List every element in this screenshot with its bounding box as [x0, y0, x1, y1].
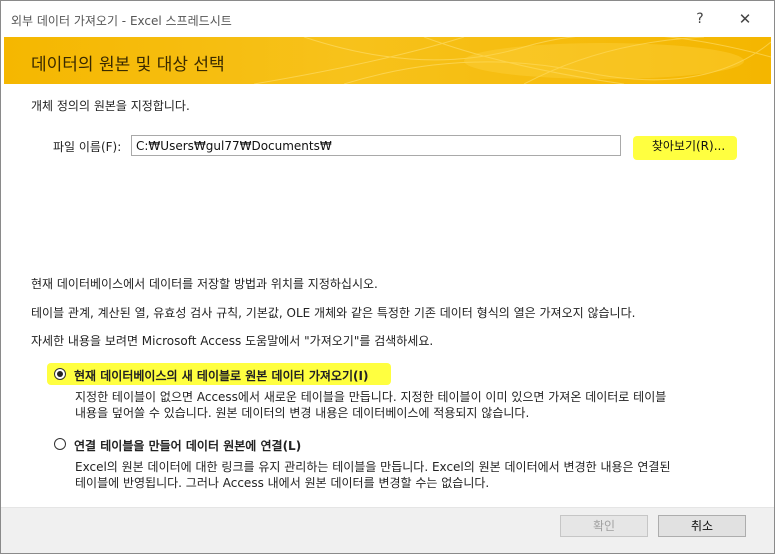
option-import-desc-1: 지정한 테이블이 없으면 Access에서 새로운 테이블을 만듭니다. 지정한…: [75, 390, 667, 404]
dialog-footer: 확인 취소: [1, 508, 774, 553]
file-name-input[interactable]: [131, 135, 621, 156]
radio-selected-dot: [57, 371, 63, 377]
info-line-1: 현재 데이터베이스에서 데이터를 저장할 방법과 위치를 지정하십시오.: [31, 277, 378, 291]
title-bar: 외부 데이터 가져오기 - Excel 스프레드시트 ? ✕: [1, 1, 774, 37]
header-banner: 데이터의 원본 및 대상 선택: [4, 37, 771, 84]
radio-link-table[interactable]: [54, 438, 66, 450]
window-title: 외부 데이터 가져오기 - Excel 스프레드시트: [11, 14, 232, 28]
cancel-button[interactable]: 취소: [658, 515, 746, 537]
option-import-desc-2: 내용을 덮어쓸 수 있습니다. 원본 데이터의 변경 내용은 데이터베이스에 적…: [75, 406, 530, 420]
close-icon[interactable]: ✕: [734, 9, 756, 29]
file-name-label: 파일 이름(F):: [53, 140, 122, 154]
option-link-label[interactable]: 연결 테이블을 만들어 데이터 원본에 연결(L): [74, 437, 301, 454]
option-import-label[interactable]: 현재 데이터베이스의 새 테이블로 원본 데이터 가져오기(I): [74, 367, 368, 384]
info-line-2: 테이블 관계, 계산된 열, 유효성 검사 규칙, 기본값, OLE 개체와 같…: [31, 306, 636, 320]
info-line-3: 자세한 내용을 보려면 Microsoft Access 도움말에서 "가져오기…: [31, 334, 434, 348]
option-link-desc-2: 테이블에 반영됩니다. 그러나 Access 내에서 원본 데이터를 변경할 수…: [75, 476, 490, 490]
ok-button[interactable]: 확인: [560, 515, 648, 537]
source-instruction: 개체 정의의 원본을 지정합니다.: [31, 99, 190, 113]
browse-button[interactable]: 찾아보기(R)...: [641, 135, 736, 157]
help-icon[interactable]: ?: [689, 9, 711, 29]
page-title: 데이터의 원본 및 대상 선택: [31, 55, 225, 75]
option-link-desc-1: Excel의 원본 데이터에 대한 링크를 유지 관리하는 테이블을 만듭니다.…: [75, 460, 671, 474]
radio-import-new-table[interactable]: [54, 368, 66, 380]
import-dialog: 외부 데이터 가져오기 - Excel 스프레드시트 ? ✕ 데이터의 원본 및…: [0, 0, 775, 554]
